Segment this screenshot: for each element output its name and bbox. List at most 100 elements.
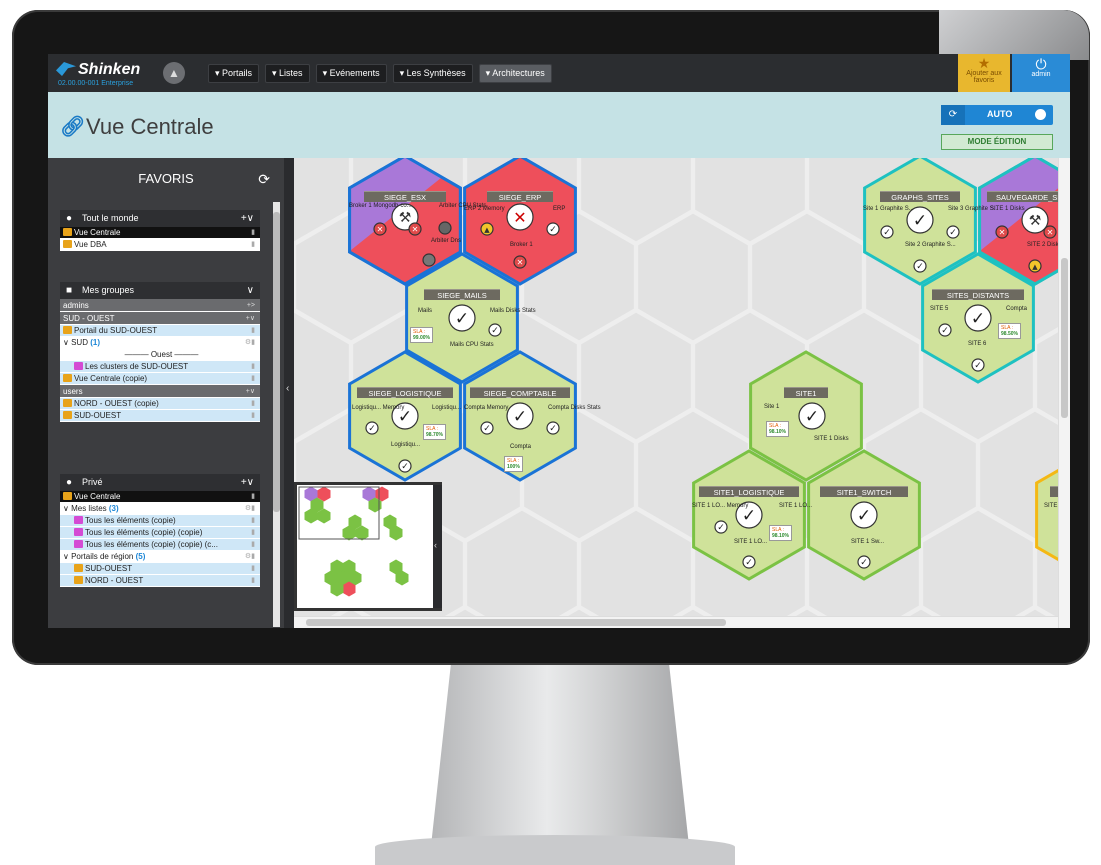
folder-count: (1) <box>90 338 100 347</box>
menu-portails[interactable]: ▾ Portails <box>208 64 260 83</box>
favorite-label: NORD - OUEST (copie) <box>74 399 159 408</box>
add-expand-icon[interactable]: +> <box>247 299 255 311</box>
folder-label: Mes listes <box>71 504 107 513</box>
minimap-collapse[interactable]: ‹ <box>433 485 442 608</box>
vertical-scrollbar[interactable] <box>1058 158 1070 628</box>
portal-nord-ouest[interactable]: NORD - OUEST ▮ <box>60 575 260 587</box>
service-label: SITE 1 Disks <box>814 436 849 442</box>
add-collapse-icon[interactable]: +∨ <box>246 385 255 397</box>
list-item[interactable]: Tous les éléments (copie) (copie) (c... ▮ <box>60 539 260 551</box>
home-up-button[interactable]: ▲ <box>163 62 185 84</box>
service-label: Compta Memory <box>464 405 509 411</box>
trash-icon[interactable]: ▮ <box>251 539 255 550</box>
add-favorite-button[interactable]: ★ Ajouter aux favoris <box>958 54 1010 92</box>
trash-icon[interactable]: ▮ <box>251 398 255 409</box>
folder-mes-listes[interactable]: ∨ Mes listes (3) ⚙▮ <box>60 503 260 515</box>
favorite-vue-centrale-copie[interactable]: Vue Centrale (copie) ▮ <box>60 373 260 385</box>
portal-sud-ouest[interactable]: SUD-OUEST ▮ <box>60 563 260 575</box>
group-label: SUD - OUEST <box>63 314 115 323</box>
service-label: SITE 6 <box>968 341 987 347</box>
minimap[interactable]: ‹ <box>294 482 442 611</box>
list-item[interactable]: Tous les éléments (copie) ▮ <box>60 515 260 527</box>
everyone-header[interactable]: ● Tout le monde +∨ <box>60 210 260 227</box>
hex-title-siege-esx[interactable]: SIEGE_ESX <box>364 191 446 202</box>
trash-icon[interactable]: ▮ <box>251 361 255 372</box>
sidebar-collapse-handle[interactable]: ‹ <box>284 158 294 628</box>
trash-icon[interactable]: ▮ <box>251 491 255 502</box>
pending-status-icon[interactable] <box>422 253 436 267</box>
trash-icon[interactable]: ▮ <box>251 410 255 421</box>
scroll-thumb[interactable] <box>1061 258 1068 418</box>
private-header[interactable]: ● Privé +∨ <box>60 474 260 491</box>
cross-icon: ✕ <box>513 208 526 227</box>
trash-icon[interactable]: ▮ <box>251 563 255 574</box>
menu-architectures[interactable]: ▾ Architectures <box>478 64 552 83</box>
minimap-hexes <box>298 486 409 597</box>
pending-status-icon[interactable] <box>438 221 452 235</box>
horizontal-scrollbar[interactable] <box>294 616 1058 628</box>
folder-sud[interactable]: ∨ SUD (1) ⚙▮ <box>60 337 260 349</box>
logout-button[interactable]: ⏻ admin <box>1012 54 1070 92</box>
check-icon: ✓ <box>513 407 527 427</box>
chevron-left-icon: ‹ <box>286 383 290 394</box>
add-collapse-icon[interactable]: +∨ <box>241 210 254 227</box>
auto-refresh-toggle[interactable]: ⟳ AUTO <box>941 105 1053 125</box>
edition-text: Enterprise <box>101 80 134 87</box>
hex-title-siege-comptable[interactable]: SIEGE_COMPTABLE <box>470 387 570 398</box>
trash-icon[interactable]: ▮ <box>251 373 255 384</box>
cross-icon: ✕ <box>1047 228 1054 237</box>
favorite-vue-centrale[interactable]: Vue Centrale ▮ <box>60 227 260 239</box>
hex-title-siege-erp[interactable]: SIEGE_ERP <box>487 191 553 202</box>
favorite-label: Portail du SUD-OUEST <box>74 326 158 335</box>
group-users[interactable]: users +∨ <box>60 385 260 398</box>
trash-icon[interactable]: ▮ <box>251 575 255 586</box>
sidebar-scrollbar[interactable] <box>273 202 280 627</box>
favorite-clusters[interactable]: Les clusters de SUD-OUEST ▮ <box>60 361 260 373</box>
cross-icon: ✕ <box>412 225 419 234</box>
trash-icon[interactable]: ▮ <box>251 515 255 526</box>
hex-title-site1-switch[interactable]: SITE1_SWITCH <box>820 486 908 497</box>
chevron-down-icon[interactable]: ∨ <box>247 282 254 299</box>
toggle-knob[interactable] <box>1035 109 1046 120</box>
hex-title-site1[interactable]: SITE1 <box>784 387 828 398</box>
group-sud-ouest[interactable]: SUD - OUEST +∨ <box>60 312 260 325</box>
group-admins[interactable]: admins +> <box>60 299 260 312</box>
edit-mode-button[interactable]: MODE ÉDITION <box>941 134 1053 150</box>
hex-title-graphs-sites[interactable]: GRAPHS_SITES <box>880 191 960 202</box>
trash-icon[interactable]: ▮ <box>251 325 255 336</box>
menu-syntheses[interactable]: ▾ Les Synthèses <box>392 64 473 83</box>
add-collapse-icon[interactable]: +∨ <box>241 474 254 491</box>
scroll-thumb[interactable] <box>273 212 280 512</box>
groups-panel: ■ Mes groupes ∨ admins +> SUD - OUEST +∨ P… <box>60 282 260 422</box>
trash-icon[interactable]: ▮ <box>251 239 255 250</box>
trash-icon[interactable]: ▮ <box>251 227 255 238</box>
gear-icon[interactable]: ⚙▮ <box>245 337 255 348</box>
hex-title-siege-logistique[interactable]: SIEGE_LOGISTIQUE <box>357 387 453 398</box>
shinken-logo[interactable]: Shinken 02.00.00-001 Enterprise <box>56 60 156 88</box>
folder-portails-region[interactable]: ∨ Portails de région (5) ⚙▮ <box>60 551 260 563</box>
refresh-icon[interactable]: ⟳ <box>258 158 270 200</box>
warning-icon: ▲ <box>484 226 490 234</box>
hex-title-sites-distants[interactable]: SITES_DISTANTS <box>932 289 1024 300</box>
service-label: SITE 1 Sw... <box>851 539 885 545</box>
favorite-portail-sud-ouest[interactable]: Portail du SUD-OUEST ▮ <box>60 325 260 337</box>
groups-header[interactable]: ■ Mes groupes ∨ <box>60 282 260 299</box>
portal-icon <box>63 374 72 382</box>
favorite-label: Tous les éléments (copie) (copie) (c... <box>85 540 218 549</box>
favorite-nord-ouest-copie[interactable]: NORD - OUEST (copie) ▮ <box>60 398 260 410</box>
gear-icon[interactable]: ⚙▮ <box>245 503 255 514</box>
menu-listes[interactable]: ▾ Listes <box>265 64 310 83</box>
scroll-thumb[interactable] <box>306 619 726 626</box>
menu-evenements[interactable]: ▾ Evénements <box>315 64 387 83</box>
trash-icon[interactable]: ▮ <box>251 527 255 538</box>
favorite-vue-dba[interactable]: Vue DBA ▮ <box>60 239 260 251</box>
gear-icon[interactable]: ⚙▮ <box>245 551 255 562</box>
sla-badge: SLA :98.10% <box>766 421 789 437</box>
hex-title-siege-mails[interactable]: SIEGE_MAILS <box>424 289 500 300</box>
private-vue-centrale[interactable]: Vue Centrale ▮ <box>60 491 260 503</box>
hex-title-site1-logistique[interactable]: SITE1_LOGISTIQUE <box>699 486 799 497</box>
refresh-icon[interactable]: ⟳ <box>941 105 965 125</box>
list-item[interactable]: Tous les éléments (copie) (copie) ▮ <box>60 527 260 539</box>
add-collapse-icon[interactable]: +∨ <box>246 312 255 324</box>
favorite-sud-ouest[interactable]: SUD-OUEST ▮ <box>60 410 260 422</box>
